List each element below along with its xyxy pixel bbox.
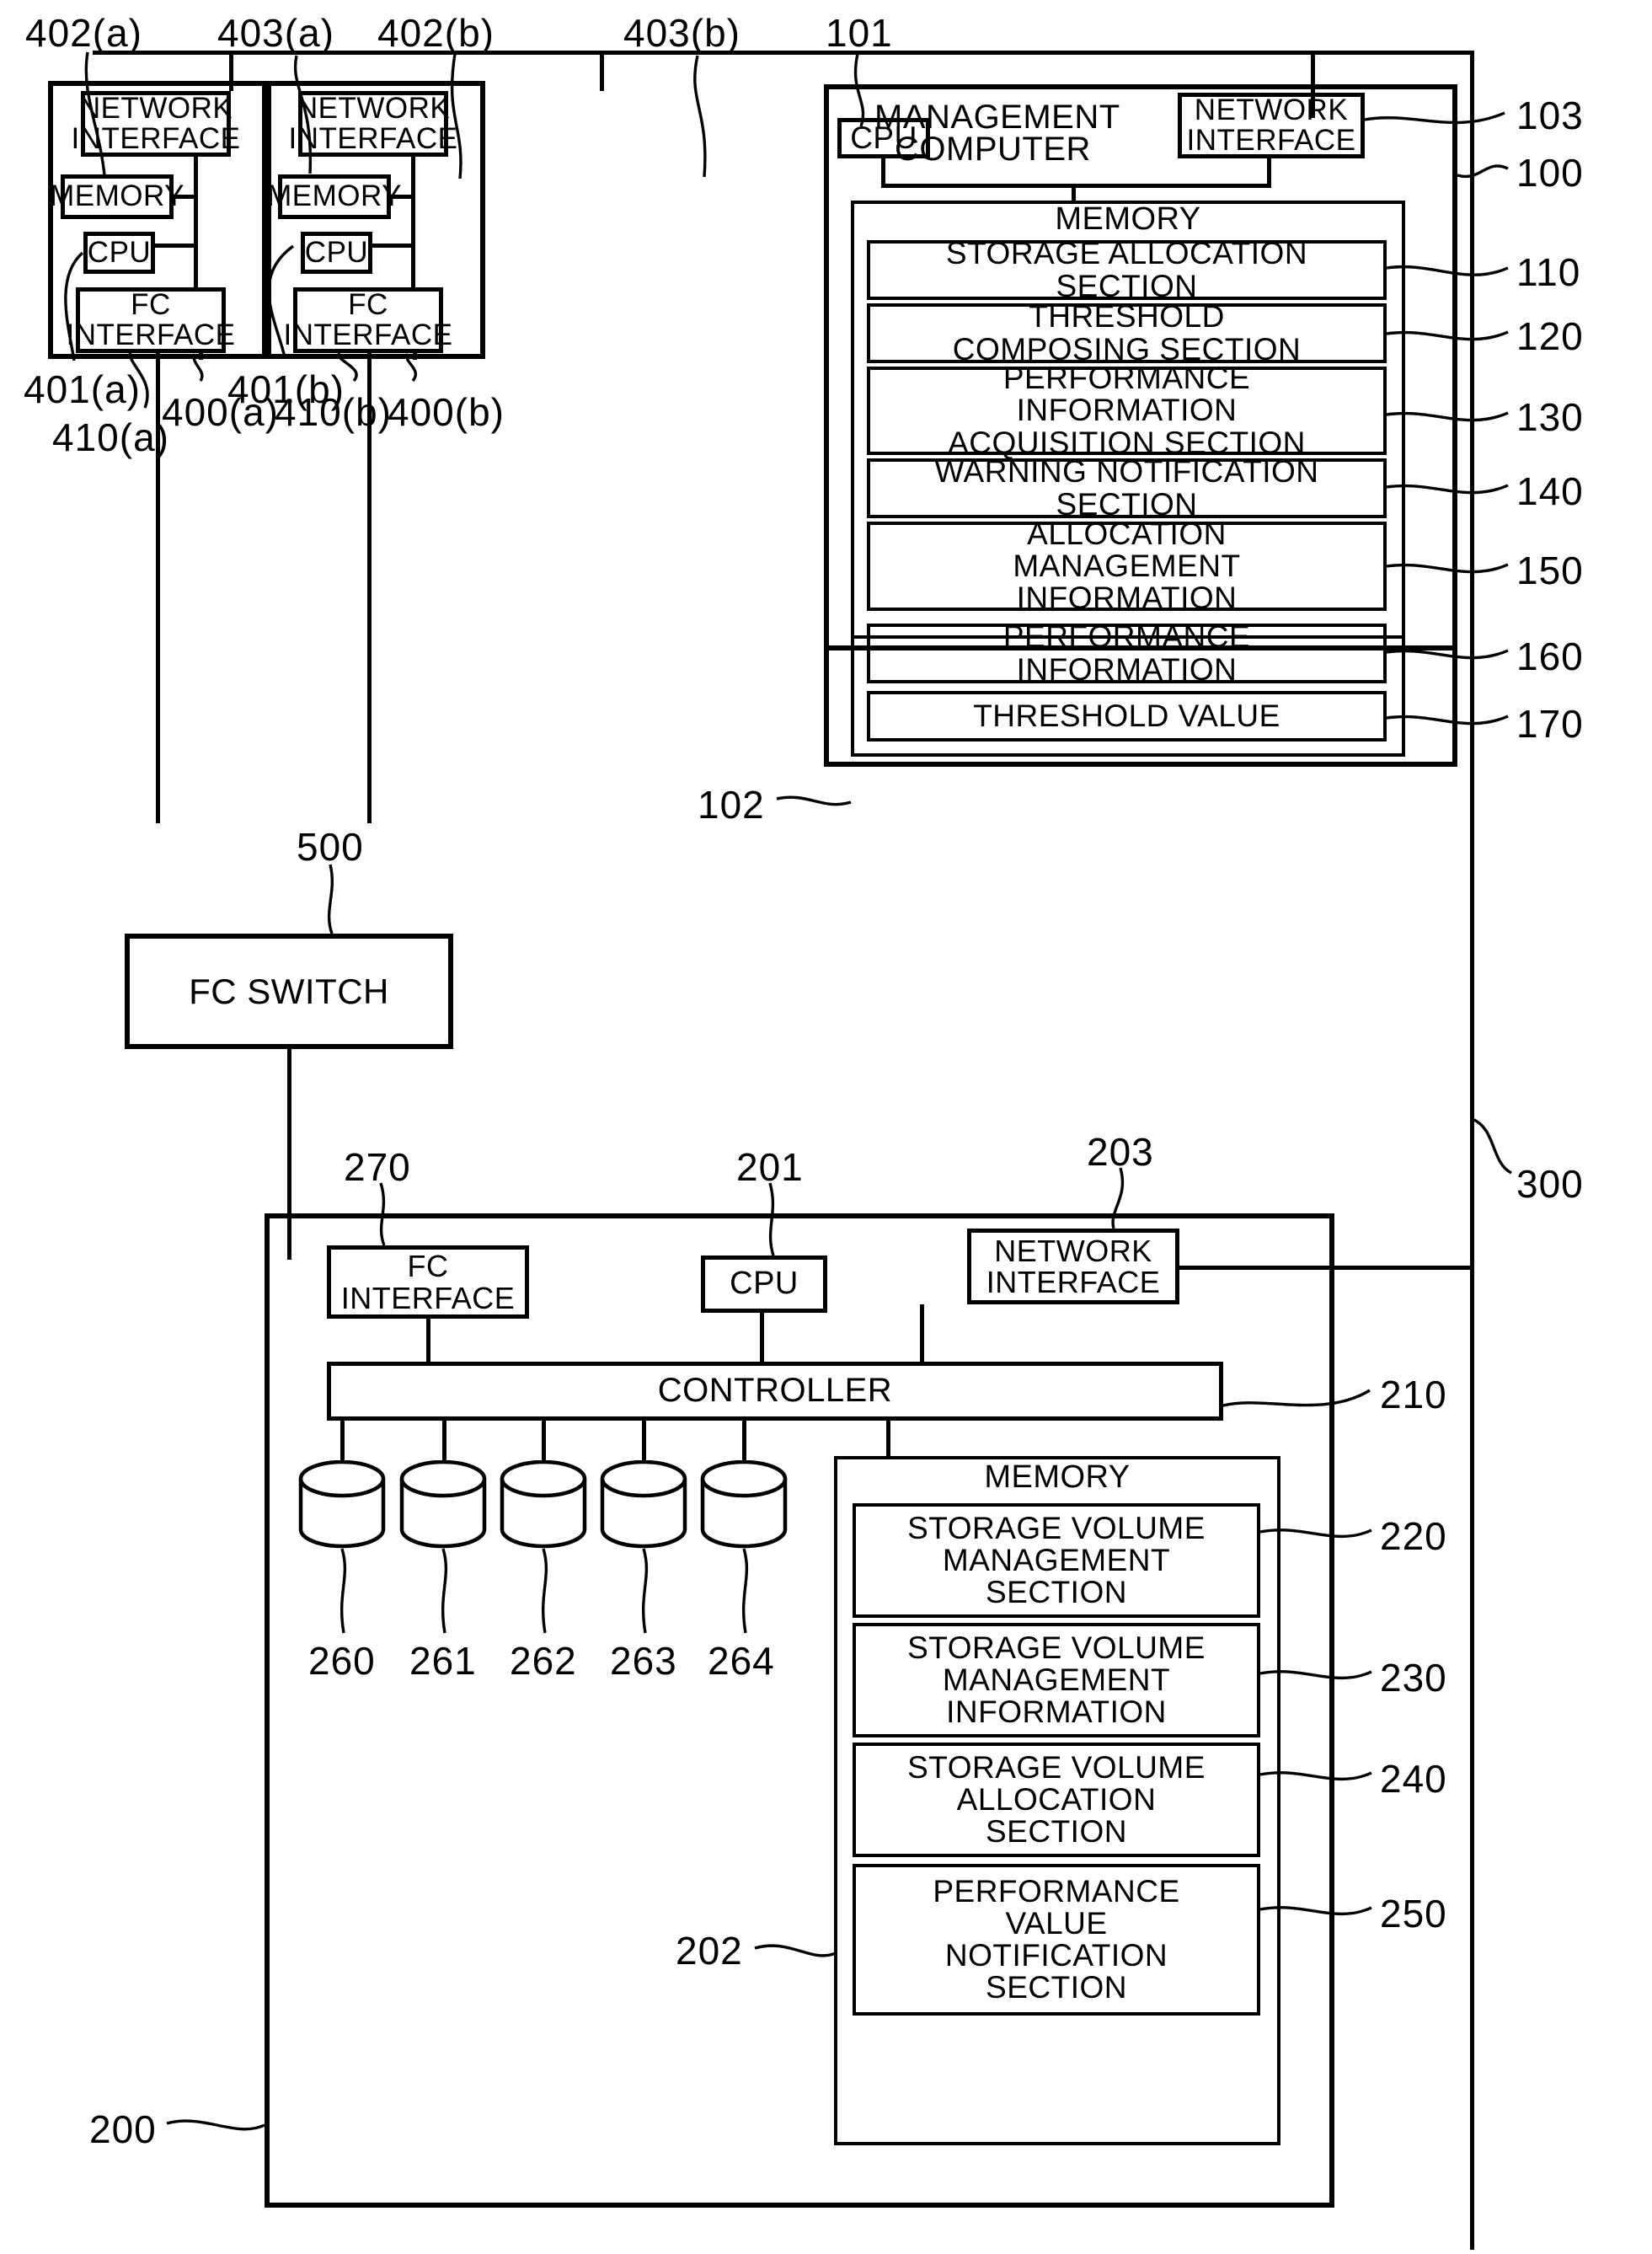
- ref-402b: 402(b): [377, 11, 495, 55]
- ref-402a: 402(a): [25, 11, 142, 55]
- ref-101: 101: [826, 11, 893, 55]
- ref-200: 200: [89, 2107, 157, 2151]
- disk-261: [399, 1460, 487, 1549]
- storage-memory-stem: [886, 1421, 890, 1456]
- host-b-fc-interface-label: FC INTERFACE: [283, 287, 453, 351]
- disk-stem-263: [642, 1421, 646, 1463]
- management-memory-frame: [851, 201, 1405, 757]
- storage-fc-interface-label: FC INTERFACE: [340, 1249, 516, 1315]
- ref-403b: 403(b): [623, 11, 740, 55]
- disk-263: [600, 1460, 687, 1549]
- storage-network-interface-label: NETWORK INTERFACE: [986, 1233, 1161, 1299]
- disk-262: [500, 1460, 587, 1549]
- host-b-cpu-bus-link: [372, 244, 414, 248]
- bus-drop-host-b: [600, 51, 604, 91]
- disk-stem-260: [340, 1421, 345, 1463]
- storage-controller-label: CONTROLLER: [657, 1372, 893, 1410]
- ref-261: 261: [409, 1639, 477, 1683]
- ref-102: 102: [698, 783, 765, 827]
- ref-300: 300: [1516, 1162, 1584, 1206]
- host-b-cpu-label: CPU: [304, 235, 369, 269]
- storage-fc-to-controller: [426, 1319, 430, 1365]
- ref-220: 220: [1380, 1514, 1447, 1558]
- storage-memory-item-240-label: STORAGE VOLUME ALLOCATION SECTION: [907, 1749, 1206, 1850]
- host-a-cpu-bus-link: [155, 244, 197, 248]
- ref-270: 270: [344, 1145, 411, 1189]
- host-a-fc-interface-label: FC INTERFACE: [66, 287, 236, 351]
- host-a-network-interface-label: NETWORK INTERFACE: [71, 91, 241, 155]
- host-b-network-interface-label: NETWORK INTERFACE: [288, 91, 458, 155]
- ref-410b: 410(b): [275, 390, 392, 434]
- host-a-memory-bus-link: [174, 195, 197, 199]
- disk-260: [298, 1460, 386, 1549]
- ref-202: 202: [676, 1929, 743, 1973]
- storage-memory-item-220-label: STORAGE VOLUME MANAGEMENT SECTION: [907, 1510, 1206, 1610]
- ref-500: 500: [297, 825, 364, 869]
- host-b-memory-bus-link: [391, 195, 414, 199]
- ref-230: 230: [1380, 1656, 1447, 1700]
- host-b-memory-label: MEMORY: [267, 179, 402, 213]
- host-b-internal-bus: [411, 157, 415, 288]
- storage-memory-item-250-label: PERFORMANCE VALUE NOTIFICATION SECTION: [933, 1873, 1180, 2005]
- ref-262: 262: [510, 1639, 577, 1683]
- disk-stem-264: [742, 1421, 746, 1463]
- disk-stem-261: [442, 1421, 446, 1463]
- storage-memory-title: MEMORY: [984, 1459, 1131, 1496]
- ref-100: 100: [1516, 151, 1584, 195]
- ref-264: 264: [708, 1639, 775, 1683]
- ref-400b: 400(b): [388, 390, 505, 434]
- host-a-cpu-label: CPU: [87, 235, 152, 269]
- ref-260: 260: [308, 1639, 376, 1683]
- patent-figure-canvas: NETWORK INTERFACE MEMORY CPU FC INTERFAC…: [0, 0, 1652, 2254]
- fc-switch-label: FC SWITCH: [189, 971, 389, 1011]
- ref-410a: 410(a): [52, 415, 169, 459]
- disk-stem-262: [542, 1421, 546, 1463]
- storage-ni-to-bus: [1179, 1266, 1473, 1270]
- ref-150: 150: [1516, 549, 1584, 592]
- host-a-memory-label: MEMORY: [50, 179, 184, 213]
- ref-403a: 403(a): [217, 11, 334, 55]
- disk-264: [700, 1460, 788, 1549]
- storage-memory-item-230-label: STORAGE VOLUME MANAGEMENT INFORMATION: [907, 1630, 1206, 1730]
- storage-cpu-to-controller: [760, 1313, 764, 1365]
- host-a-internal-bus: [194, 157, 198, 288]
- ref-250: 250: [1380, 1892, 1447, 1935]
- ref-263: 263: [610, 1639, 677, 1683]
- ref-170: 170: [1516, 702, 1584, 746]
- ref-160: 160: [1516, 634, 1584, 678]
- ref-401a: 401(a): [24, 367, 141, 411]
- ref-110: 110: [1516, 250, 1581, 294]
- ref-210: 210: [1380, 1373, 1447, 1416]
- ref-103: 103: [1516, 94, 1584, 137]
- ref-203: 203: [1087, 1130, 1154, 1174]
- network-bus-right-vertical: [1470, 51, 1474, 2250]
- ref-120: 120: [1516, 314, 1584, 358]
- host-a-fc-link-400a: [199, 353, 203, 360]
- storage-cpu-label: CPU: [730, 1266, 799, 1302]
- ref-240: 240: [1380, 1757, 1447, 1801]
- ref-130: 130: [1516, 395, 1584, 439]
- storage-ni-to-controller: [920, 1304, 924, 1365]
- host-b-fc-link-400b: [413, 353, 417, 360]
- ref-201: 201: [736, 1145, 804, 1189]
- ref-140: 140: [1516, 469, 1584, 513]
